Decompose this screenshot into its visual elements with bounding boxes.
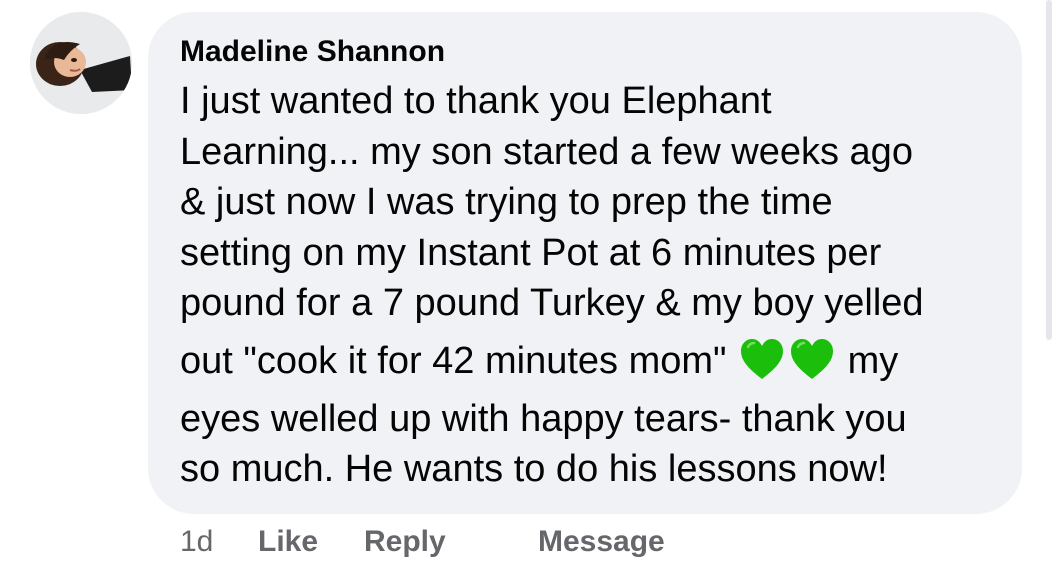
comment-line: I just wanted to thank you Elephant <box>180 80 772 122</box>
avatar[interactable] <box>30 12 132 114</box>
comment-author[interactable]: Madeline Shannon <box>180 30 445 74</box>
comment-line: eyes welled up with happy tears- thank y… <box>180 397 907 440</box>
comment-line: & just now I was trying to prep the time <box>180 181 833 223</box>
comment-text: I just wanted to thank you Elephant Lear… <box>180 76 1010 495</box>
avatar-image <box>30 12 132 114</box>
comment-timestamp[interactable]: 1d <box>180 520 213 564</box>
like-button[interactable]: Like <box>258 520 318 564</box>
green-heart-icon <box>741 338 784 379</box>
comment-line-with-emoji: out "cook it for 42 minutes mom" my <box>180 329 1010 394</box>
message-button[interactable]: Message <box>538 520 665 564</box>
green-heart-icon <box>791 338 834 379</box>
reply-button[interactable]: Reply <box>364 520 446 564</box>
comment-line-segment: my <box>847 339 899 382</box>
comment-line: pound for a 7 pound Turkey & my boy yell… <box>180 282 924 324</box>
scrollbar[interactable] <box>1046 0 1052 340</box>
comment-line: Learning... my son started a few weeks a… <box>180 130 913 173</box>
comment-line-segment: out "cook it for 42 minutes mom" <box>180 339 727 382</box>
comment-line: so much. He wants to do his lessons now! <box>180 448 888 490</box>
comment-line: setting on my Instant Pot at 6 minutes p… <box>180 231 882 274</box>
